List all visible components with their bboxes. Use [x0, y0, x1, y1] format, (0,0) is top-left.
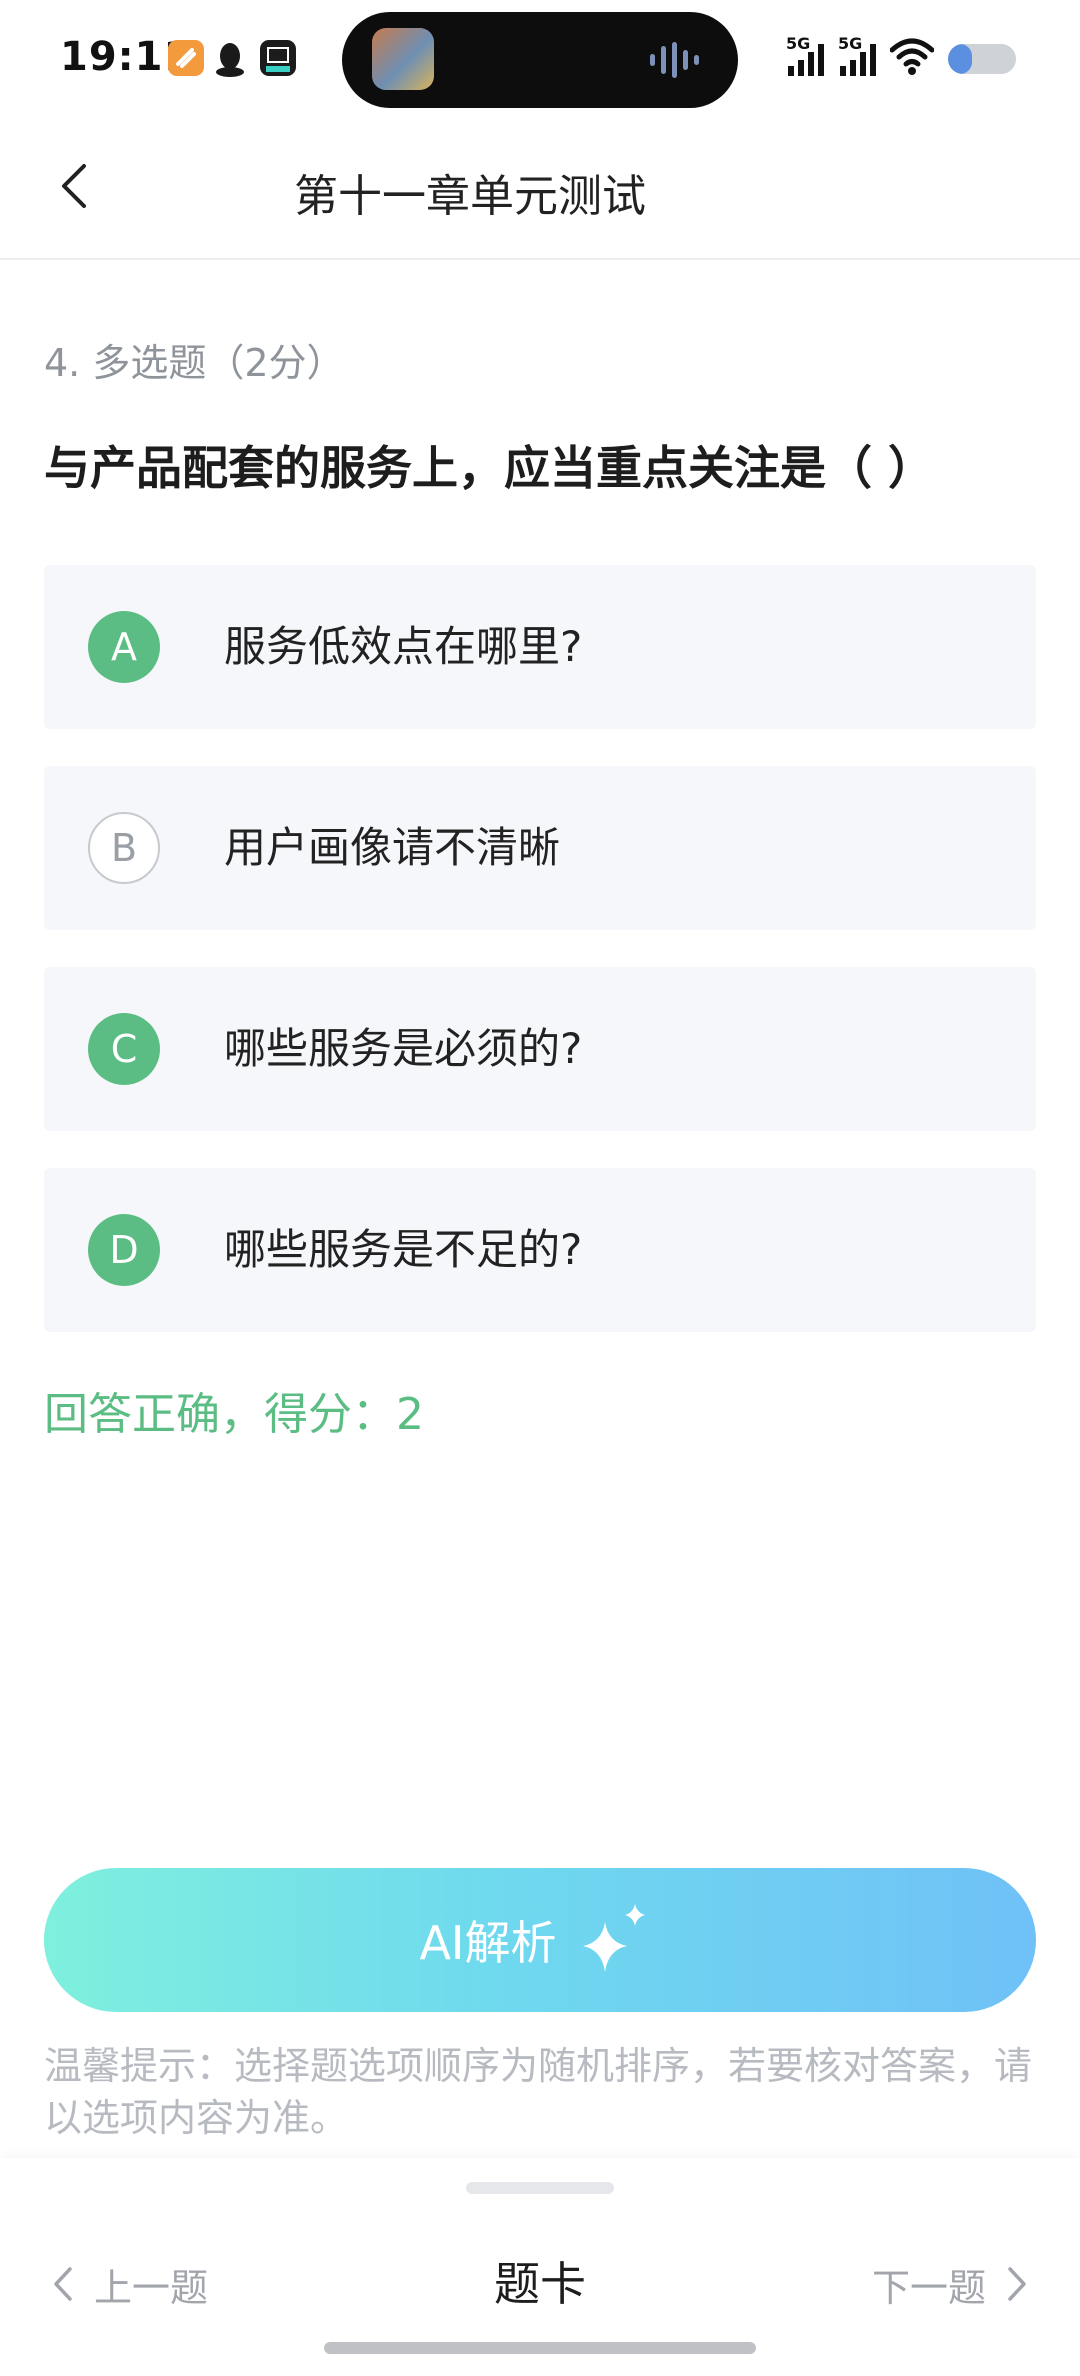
network-type-label: 5G	[786, 34, 811, 53]
ai-analysis-label: AI解析	[419, 1916, 557, 1970]
app-header: 第十一章单元测试	[0, 120, 1080, 260]
option-a[interactable]: A 服务低效点在哪里?	[44, 565, 1036, 729]
chevron-right-icon	[1008, 2267, 1026, 2301]
next-question-label: 下一题	[871, 2265, 986, 2310]
option-text: 哪些服务是必须的?	[224, 1024, 583, 1073]
battery-level	[948, 44, 973, 74]
question-meta: 4. 多选题（2分）	[44, 341, 345, 385]
dynamic-island[interactable]	[342, 12, 738, 108]
network-type-label: 5G	[838, 34, 863, 53]
option-text: 用户画像请不清晰	[224, 823, 561, 872]
next-question-button[interactable]: 下一题	[872, 2234, 1034, 2334]
tip-text: 温馨提示：选择题选项顺序为随机排序，若要核对答案，请以选项内容为准。	[44, 2044, 1033, 2140]
option-text: 服务低效点在哪里?	[224, 622, 583, 671]
question-text: 与产品配套的服务上，应当重点关注是（ ）	[44, 441, 935, 495]
option-b[interactable]: B 用户画像请不清晰	[44, 766, 1036, 930]
app-notification-icon	[168, 40, 204, 76]
qq-icon	[214, 40, 246, 78]
status-bar: 19:11 5G 5G	[0, 0, 1080, 120]
answer-result: 回答正确，得分：2	[44, 1389, 424, 1440]
page-title: 第十一章单元测试	[294, 171, 646, 222]
option-c[interactable]: C 哪些服务是必须的?	[44, 967, 1036, 1131]
media-thumbnail	[372, 28, 434, 90]
option-text: 哪些服务是不足的?	[224, 1225, 583, 1274]
audio-wave-icon	[650, 42, 699, 78]
option-d[interactable]: D 哪些服务是不足的?	[44, 1168, 1036, 1332]
news-app-icon	[260, 40, 296, 76]
cellular-signal-icon: 5G	[838, 34, 882, 84]
option-letter-badge: B	[88, 812, 160, 884]
sparkle-icon	[582, 1904, 645, 1972]
battery-icon	[948, 44, 1016, 74]
cellular-signal-icon: 5G	[786, 34, 830, 84]
option-letter-badge: D	[88, 1214, 160, 1286]
home-indicator[interactable]	[324, 2342, 756, 2354]
option-letter-badge: A	[88, 611, 160, 683]
drag-handle[interactable]	[466, 2182, 614, 2194]
ai-analysis-button[interactable]: AI解析	[44, 1868, 1036, 2012]
wifi-icon	[890, 38, 934, 75]
option-letter-badge: C	[88, 1013, 160, 1085]
